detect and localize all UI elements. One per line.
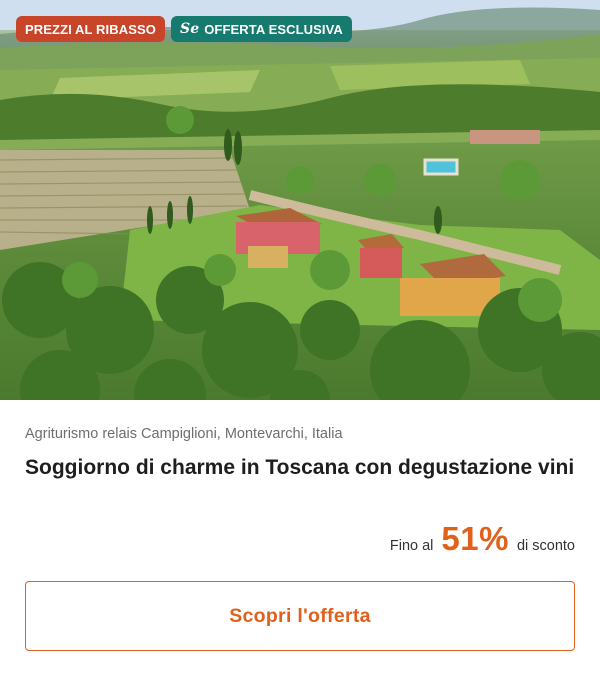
badge-group: PREZZI AL RIBASSO Se OFFERTA ESCLUSIVA bbox=[16, 16, 352, 42]
offer-details: Agriturismo relais Campiglioni, Montevar… bbox=[0, 400, 600, 676]
exclusive-offer-badge: Se OFFERTA ESCLUSIVA bbox=[171, 16, 352, 42]
discount-percentage: 51% bbox=[441, 520, 509, 557]
hero-image[interactable]: PREZZI AL RIBASSO Se OFFERTA ESCLUSIVA bbox=[0, 0, 600, 400]
price-drop-label: PREZZI AL RIBASSO bbox=[25, 21, 156, 37]
discount-prefix: Fino al bbox=[389, 538, 434, 554]
discover-offer-button[interactable]: Scopri l'offerta bbox=[25, 581, 575, 651]
brand-logo-icon: Se bbox=[180, 21, 200, 37]
offer-title[interactable]: Soggiorno di charme in Toscana con degus… bbox=[25, 454, 575, 481]
discount-info: Fino al 51% di sconto bbox=[390, 520, 575, 558]
landscape-illustration bbox=[0, 0, 600, 400]
exclusive-offer-label: OFFERTA ESCLUSIVA bbox=[204, 21, 343, 37]
discount-suffix: di sconto bbox=[516, 538, 575, 554]
discover-offer-label: Scopri l'offerta bbox=[229, 604, 371, 627]
price-drop-badge: PREZZI AL RIBASSO bbox=[16, 16, 165, 42]
offer-location: Agriturismo relais Campiglioni, Montevar… bbox=[25, 426, 343, 442]
